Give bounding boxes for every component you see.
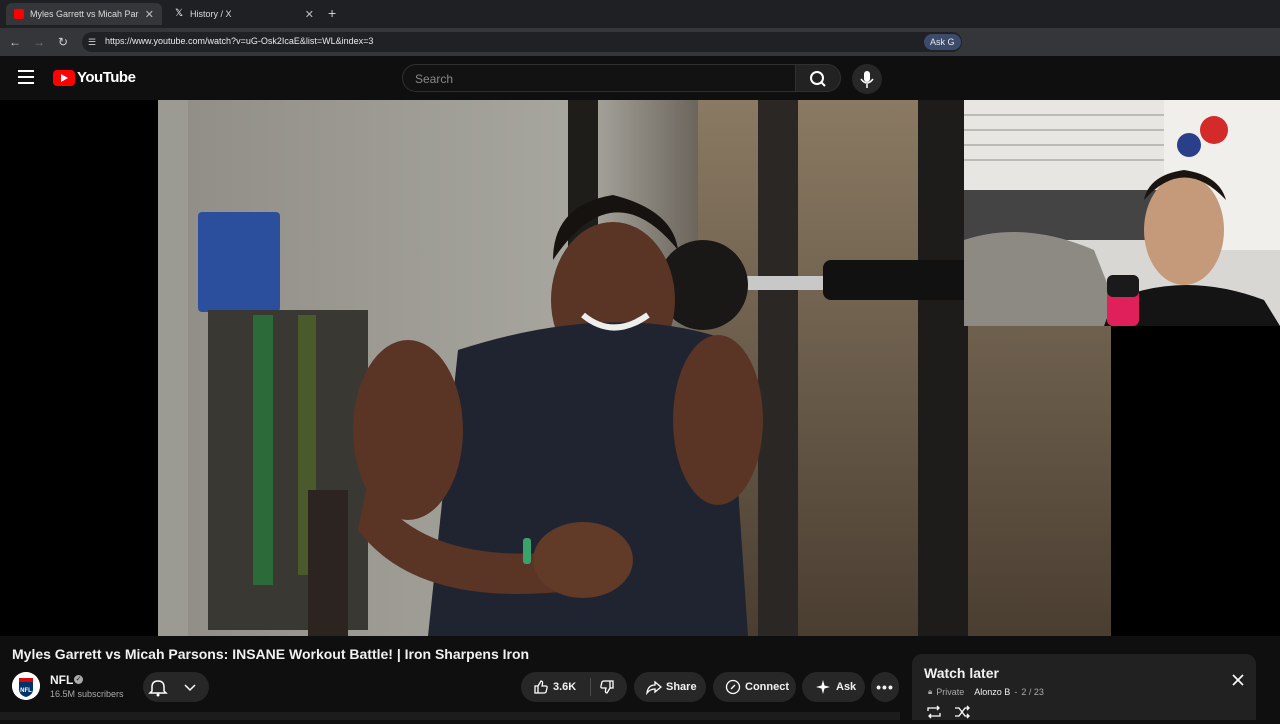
logo-text: YouTube	[77, 69, 136, 86]
channel-avatar[interactable]: NFL	[12, 672, 40, 700]
hamburger-menu-icon[interactable]	[18, 70, 34, 84]
reload-icon[interactable]: ↻	[55, 34, 71, 50]
privacy-label: Private	[936, 687, 965, 697]
ask-chip[interactable]: Ask G	[924, 34, 961, 50]
sparkle-icon	[816, 680, 830, 694]
youtube-play-icon	[53, 69, 75, 86]
like-divider	[590, 678, 591, 696]
share-button[interactable]: Share	[634, 672, 706, 702]
share-arrow-icon	[646, 680, 662, 695]
avatar-text: NFL	[20, 688, 32, 694]
close-tab-icon[interactable]: ✕	[305, 8, 314, 21]
ask-label: Ask	[836, 681, 857, 693]
meta-separator: -	[1014, 687, 1018, 697]
like-button[interactable]: 3.6K	[521, 679, 591, 695]
tab-title: History / X	[190, 9, 232, 19]
connect-label: Connect	[745, 681, 789, 693]
url-text: https://www.youtube.com/watch?v=uG-Osk2I…	[105, 36, 374, 46]
search-input[interactable]: Search	[402, 64, 796, 92]
browser-tab-bar: Myles Garrett vs Micah Parsons ✕ 𝕏 Histo…	[0, 0, 1280, 28]
forward-arrow-icon[interactable]: →	[31, 34, 47, 50]
bell-icon	[148, 680, 196, 697]
more-horizontal-icon: •••	[876, 679, 894, 695]
shuffle-playlist-button[interactable]	[954, 705, 970, 719]
channel-name[interactable]: NFL	[50, 673, 73, 687]
dislike-button[interactable]	[599, 679, 615, 698]
x-favicon-icon: 𝕏	[174, 8, 184, 19]
tab-title: Myles Garrett vs Micah Parsons	[30, 9, 139, 19]
subscriber-count: 16.5M subscribers	[50, 689, 124, 699]
more-actions-button[interactable]: •••	[871, 672, 899, 702]
lock-icon: 🔒︎	[928, 687, 933, 696]
thumbs-up-icon	[534, 680, 548, 694]
new-tab-icon[interactable]: +	[328, 5, 336, 21]
chevron-down-icon	[184, 684, 196, 692]
voice-search-button[interactable]	[852, 64, 882, 94]
playlist-owner[interactable]: Alonzo B	[974, 687, 1010, 697]
connect-button[interactable]: Connect	[713, 672, 796, 702]
youtube-logo[interactable]: YouTube	[53, 69, 136, 86]
close-tab-icon[interactable]: ✕	[145, 8, 154, 21]
tab-x-history[interactable]: 𝕏 History / X ✕	[166, 3, 322, 25]
shuffle-icon	[955, 705, 970, 719]
address-bar[interactable]: ☰ https://www.youtube.com/watch?v=uG-Osk…	[82, 32, 962, 52]
webcam-scene	[964, 100, 1280, 326]
back-arrow-icon[interactable]: ←	[7, 34, 23, 50]
webcam-overlay	[964, 100, 1280, 326]
like-count: 3.6K	[553, 681, 577, 693]
site-info-icon[interactable]: ☰	[88, 36, 100, 48]
browser-toolbar: ← → ↻ ☰ https://www.youtube.com/watch?v=…	[0, 28, 1280, 56]
youtube-favicon-icon	[14, 9, 24, 19]
microphone-icon	[860, 71, 874, 88]
close-playlist-button[interactable]	[1230, 672, 1246, 688]
playlist-title[interactable]: Watch later	[924, 665, 999, 681]
video-player[interactable]	[0, 100, 1280, 636]
notifications-button[interactable]	[143, 672, 209, 702]
description-edge	[0, 712, 900, 720]
thumbs-down-icon	[600, 680, 614, 694]
share-label: Share	[666, 681, 697, 693]
connect-link-icon	[725, 679, 741, 695]
playlist-position: 2 / 23	[1021, 687, 1044, 697]
tab-youtube[interactable]: Myles Garrett vs Micah Parsons ✕	[6, 3, 162, 25]
nfl-shield-icon: NFL	[12, 672, 40, 700]
close-icon	[1232, 674, 1244, 686]
video-title: Myles Garrett vs Micah Parsons: INSANE W…	[12, 646, 530, 662]
ask-button[interactable]: Ask	[802, 672, 865, 702]
verified-check-icon: ✓	[74, 675, 83, 684]
like-dislike-group: 3.6K	[521, 672, 627, 702]
watch-later-panel: Watch later 🔒︎ Private Alonzo B - 2 / 23	[912, 654, 1256, 720]
search-button[interactable]	[795, 64, 841, 92]
search-placeholder: Search	[415, 72, 454, 86]
loop-playlist-button[interactable]	[926, 705, 942, 719]
youtube-header: YouTube Search	[0, 56, 1280, 100]
loop-icon	[927, 705, 941, 719]
search-icon	[810, 71, 826, 87]
playlist-meta: 🔒︎ Private Alonzo B - 2 / 23	[928, 687, 1044, 697]
